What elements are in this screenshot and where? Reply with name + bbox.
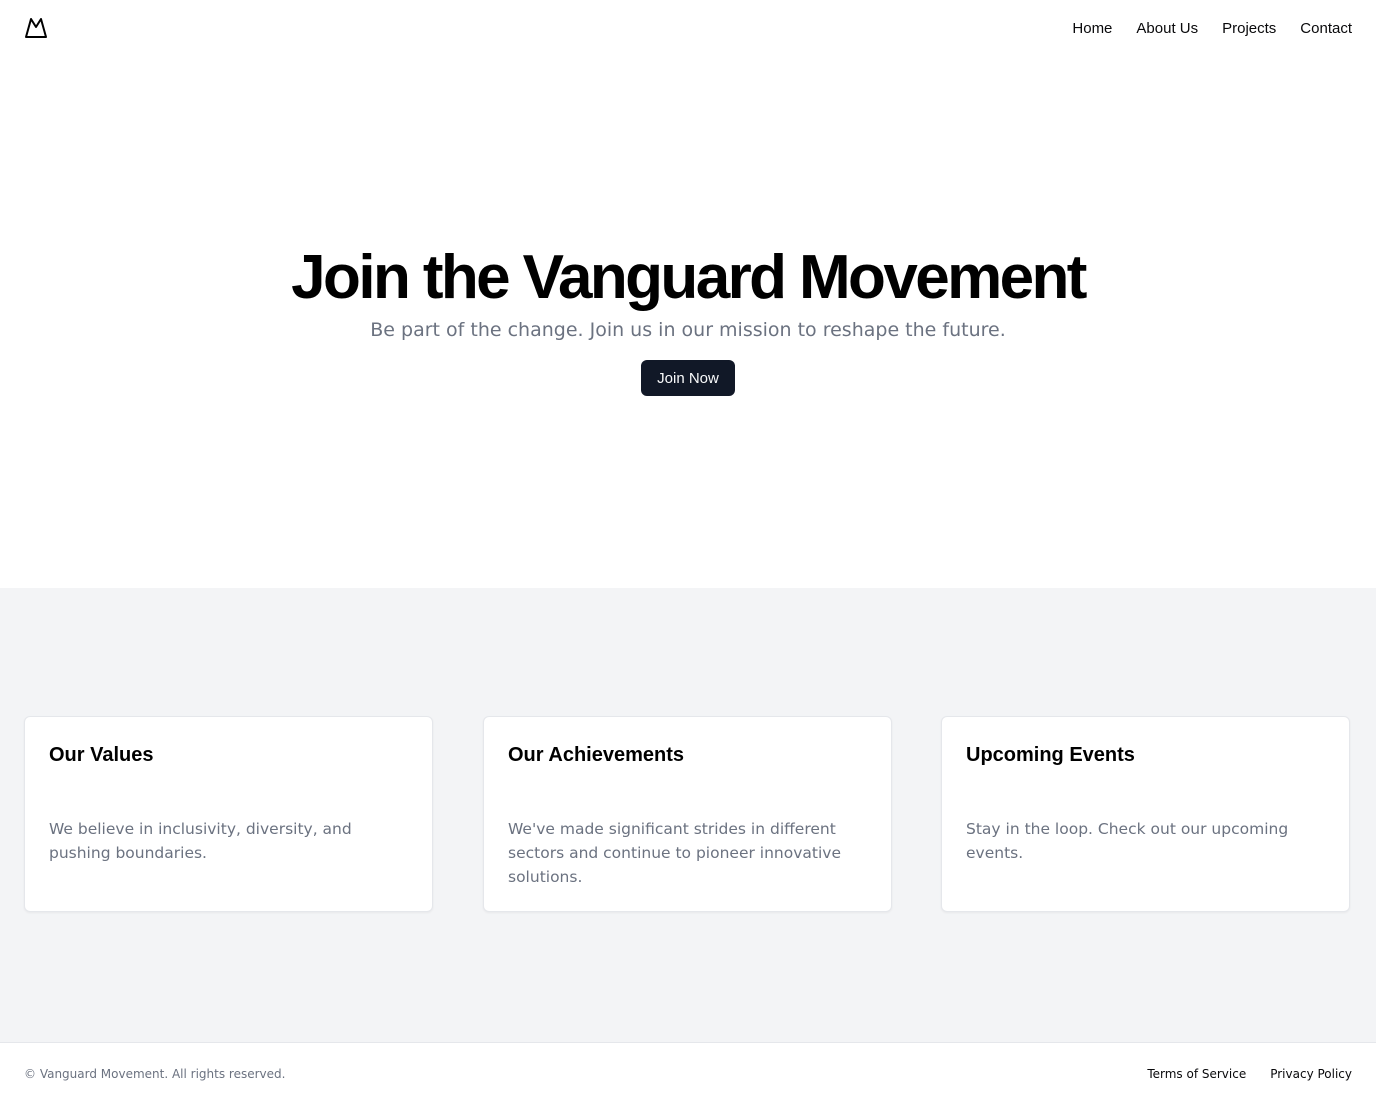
footer-links: Terms of Service Privacy Policy (1147, 1067, 1352, 1081)
feature-card-text: We believe in inclusivity, diversity, an… (49, 820, 352, 862)
features-section: Our Values We believe in inclusivity, di… (0, 588, 1376, 1042)
feature-card-events: Upcoming Events Stay in the loop. Check … (941, 716, 1350, 912)
site-footer: © Vanguard Movement. All rights reserved… (0, 1042, 1376, 1107)
nav-link-about-us[interactable]: About Us (1136, 20, 1198, 37)
feature-card-values: Our Values We believe in inclusivity, di… (24, 716, 433, 912)
mountain-icon (25, 18, 47, 38)
nav-link-home[interactable]: Home (1072, 20, 1112, 37)
copyright-text: © Vanguard Movement. All rights reserved… (24, 1067, 286, 1081)
hero-section: Join the Vanguard Movement Be part of th… (0, 56, 1376, 588)
footer-link-privacy[interactable]: Privacy Policy (1270, 1067, 1352, 1081)
main-nav: Home About Us Projects Contact (1072, 0, 1352, 56)
hero-title: Join the Vanguard Movement (291, 243, 1087, 312)
feature-card-title: Our Achievements (508, 744, 684, 766)
feature-card-text: Stay in the loop. Check out our upcoming… (966, 820, 1289, 862)
feature-card-text: We've made significant strides in differ… (508, 820, 841, 886)
nav-link-projects[interactable]: Projects (1222, 20, 1276, 37)
nav-link-contact[interactable]: Contact (1300, 20, 1352, 37)
feature-card-title: Our Values (49, 744, 154, 766)
join-now-button[interactable]: Join Now (641, 360, 735, 396)
logo-link[interactable] (24, 16, 48, 40)
footer-link-terms[interactable]: Terms of Service (1147, 1067, 1246, 1081)
hero-subtitle: Be part of the change. Join us in our mi… (370, 319, 1006, 341)
site-header: Home About Us Projects Contact (0, 0, 1376, 56)
feature-card-achievements: Our Achievements We've made significant … (483, 716, 892, 912)
feature-card-title: Upcoming Events (966, 744, 1135, 766)
